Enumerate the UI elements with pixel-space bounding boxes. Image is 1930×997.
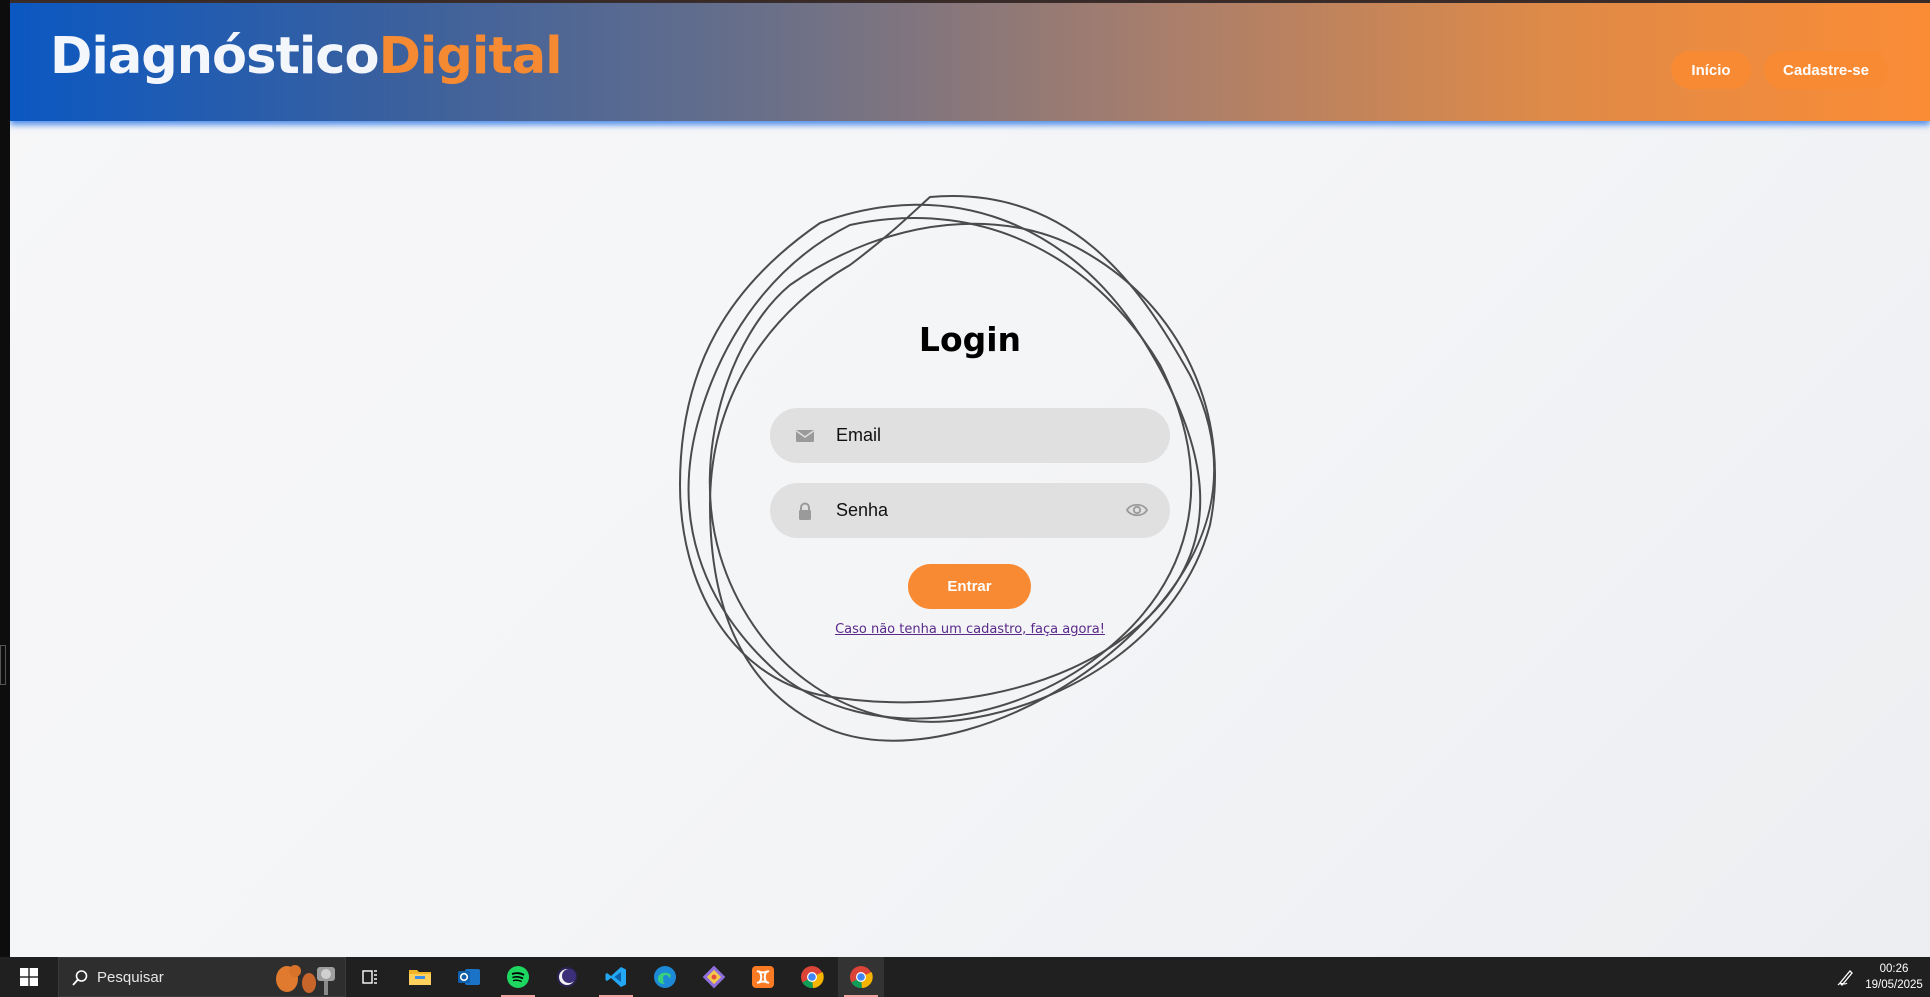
pen-ink-workspace-icon[interactable]	[1836, 967, 1856, 987]
git-glyph-icon	[702, 965, 726, 989]
windows-taskbar: 00:26 19/05/2025	[0, 957, 1930, 997]
outlook-icon[interactable]	[446, 957, 492, 997]
file-explorer-icon[interactable]	[397, 957, 443, 997]
windows-logo-icon	[20, 968, 38, 986]
xampp-glyph-icon	[752, 966, 774, 988]
edge-icon[interactable]	[642, 957, 688, 997]
task-view-glyph-icon	[362, 970, 377, 984]
git-icon[interactable]	[691, 957, 737, 997]
folder-icon	[409, 970, 431, 985]
window-edge-handle	[0, 645, 6, 685]
logo-accent-text: Digital	[378, 27, 563, 86]
edge-glyph-icon	[654, 966, 676, 988]
email-field[interactable]	[770, 408, 1170, 463]
eclipse-glyph-icon	[557, 967, 577, 987]
site-header: DiagnósticoDigital Início Cadastre-se	[10, 3, 1930, 121]
email-input[interactable]	[836, 408, 1106, 463]
nav-cadastre-se-button[interactable]: Cadastre-se	[1764, 51, 1888, 89]
login-title: Login	[918, 320, 1022, 359]
task-view-icon[interactable]	[347, 957, 393, 997]
login-form: Login Entrar Caso não tenha um cadastro,…	[770, 320, 1170, 650]
vscode-icon[interactable]	[593, 957, 639, 997]
register-link[interactable]: Caso não tenha um cadastro, faça agora!	[770, 622, 1170, 637]
browser-page: DiagnósticoDigital Início Cadastre-se Lo…	[10, 0, 1930, 957]
spotify-glyph-icon	[507, 966, 529, 988]
logo-main-text: Diagnóstico	[50, 27, 380, 86]
site-logo[interactable]: DiagnósticoDigital	[50, 27, 563, 86]
password-field[interactable]	[770, 483, 1170, 538]
squirrel-search-highlight-icon	[276, 965, 335, 995]
envelope-icon	[796, 430, 814, 442]
vscode-glyph-icon	[605, 967, 626, 987]
chrome-icon[interactable]	[789, 957, 835, 997]
lock-icon	[799, 502, 811, 520]
taskbar-clock[interactable]: 00:26 19/05/2025	[1862, 961, 1926, 993]
nav-inicio-button[interactable]: Início	[1671, 51, 1751, 89]
taskbar-search-box[interactable]	[58, 957, 346, 997]
chrome-active-window-icon[interactable]	[838, 957, 884, 997]
clock-date: 19/05/2025	[1865, 979, 1923, 991]
chrome-glyph-icon	[850, 966, 873, 989]
entrar-button[interactable]: Entrar	[908, 564, 1031, 609]
chrome-glyph-icon	[801, 966, 824, 989]
start-button[interactable]	[0, 957, 58, 997]
outlook-glyph-icon	[458, 969, 480, 985]
taskbar-search-input[interactable]	[97, 958, 297, 996]
eclipse-icon[interactable]	[544, 957, 590, 997]
spotify-icon[interactable]	[495, 957, 541, 997]
password-input[interactable]	[836, 483, 1106, 538]
xampp-icon[interactable]	[740, 957, 786, 997]
eye-icon[interactable]	[1126, 501, 1148, 519]
search-icon	[72, 970, 88, 986]
clock-time: 00:26	[1879, 963, 1909, 975]
